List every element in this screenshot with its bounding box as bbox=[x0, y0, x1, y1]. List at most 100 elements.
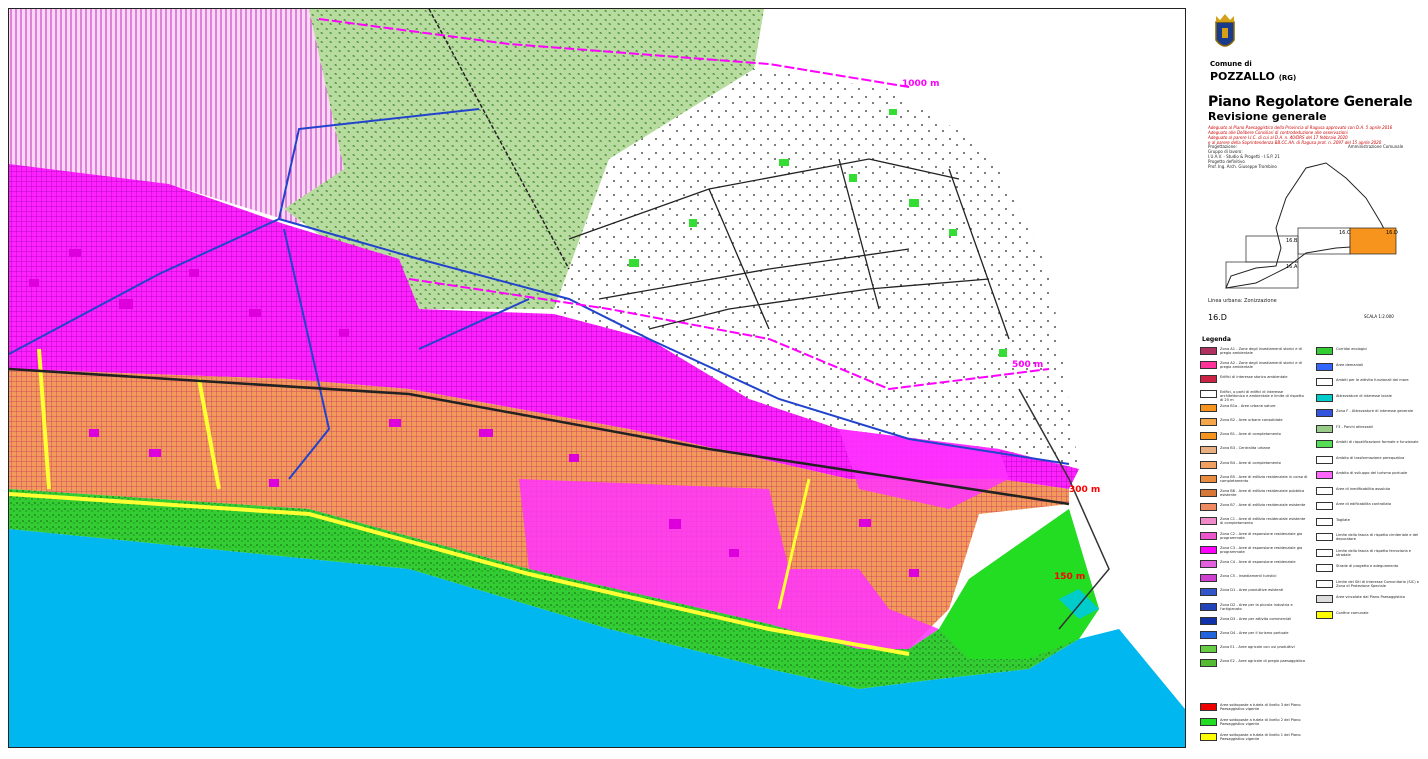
legend-label: Zona B6 - Aree di edilizia residenziale … bbox=[1220, 489, 1305, 497]
legend-label: Zona B2 - Aree urbane consolidate bbox=[1220, 418, 1283, 422]
legend-swatch bbox=[1316, 579, 1333, 588]
legend-swatch bbox=[1200, 389, 1217, 398]
comune-name: POZZALLO (RG) bbox=[1210, 70, 1296, 83]
municipal-outline bbox=[1225, 162, 1392, 289]
sheet-label: 16.D bbox=[1386, 230, 1398, 236]
legend-swatch bbox=[1316, 486, 1333, 495]
legend-label: Zona A2 - Zone degli insediamenti storic… bbox=[1220, 361, 1302, 370]
legend-label: F3 - Parchi attrezzati bbox=[1336, 424, 1373, 429]
legend-label: Zona C5 - Insediamenti turistici bbox=[1220, 574, 1277, 579]
legend-swatch bbox=[1200, 347, 1217, 355]
legend-swatch bbox=[1200, 659, 1217, 668]
legend-label: Aree di inedificabilita assoluta bbox=[1336, 486, 1391, 491]
legend-swatch bbox=[1200, 574, 1217, 583]
legend-label: Aree di edificabilita controllata bbox=[1336, 502, 1392, 506]
legend-swatch bbox=[1200, 645, 1217, 654]
legend-swatch bbox=[1200, 418, 1217, 426]
legend-label: Ambito di trasformazione perequativa bbox=[1336, 455, 1405, 460]
legend-label: Zona E2 - Aree agricole di pregio paesag… bbox=[1220, 659, 1306, 664]
legend-label: Aree sottoposte a tutela di livello 1 de… bbox=[1220, 733, 1301, 741]
scale-text: SCALA 1:2.000 bbox=[1364, 314, 1394, 319]
legend-swatch bbox=[1200, 545, 1217, 554]
legend-swatch bbox=[1200, 733, 1217, 741]
legend-swatch bbox=[1200, 588, 1217, 597]
legend-label: Ambito di sviluppo del turismo portuale bbox=[1336, 471, 1408, 475]
sheet-label: 16.B bbox=[1286, 238, 1298, 244]
legend-swatch bbox=[1200, 503, 1217, 512]
legend-swatch bbox=[1316, 564, 1333, 572]
legend-swatch bbox=[1200, 703, 1217, 711]
legend-label: Zona B5 - Aree di edilizia residenziale … bbox=[1220, 474, 1308, 483]
legend-swatch bbox=[1316, 548, 1333, 557]
legend-swatch bbox=[1200, 560, 1217, 568]
zoning-map[interactable]: 1000 m 500 m 300 m 150 m bbox=[8, 8, 1186, 748]
legend-swatch bbox=[1200, 474, 1217, 483]
legend-swatch bbox=[1200, 361, 1217, 370]
sheet-label: 16.A bbox=[1286, 264, 1298, 270]
legend-label: Aree sottoposte a tutela di livello 3 de… bbox=[1220, 703, 1301, 711]
approval-notes: Adeguato al Piano Paesaggistico della Pr… bbox=[1208, 125, 1418, 145]
comune-name-text: POZZALLO bbox=[1210, 70, 1275, 83]
sheet-code: 16.D bbox=[1208, 313, 1227, 322]
title-block: Comune di POZZALLO (RG) Piano Regolatore… bbox=[1196, 8, 1422, 746]
legend-label: Zona D4 - Aree per il turismo portuale bbox=[1220, 631, 1289, 635]
legend-label: Aree demaniali bbox=[1336, 362, 1364, 367]
credits-admin: Amministrazione Comunale bbox=[1348, 144, 1404, 149]
legend-swatch bbox=[1316, 502, 1333, 510]
legend-swatch bbox=[1316, 393, 1333, 402]
key-map[interactable]: 16.B 16.C 16.D 16.A bbox=[1216, 158, 1406, 296]
plan-title: Piano Regolatore Generale bbox=[1208, 94, 1413, 110]
legend-label: Corridoi ecologici bbox=[1336, 347, 1368, 351]
legend-label: Zona B3 - Centralita urbane bbox=[1220, 446, 1271, 451]
legend-swatch bbox=[1316, 362, 1333, 371]
legend-title: Legenda bbox=[1202, 336, 1231, 343]
legend-label: Confine comunale bbox=[1336, 610, 1369, 615]
legend-label: Zona A1 - Zone degli insediamenti storic… bbox=[1220, 347, 1302, 355]
comune-label: Comune di bbox=[1210, 60, 1252, 68]
legend-swatch bbox=[1316, 533, 1333, 541]
legend-label: Zona D1 - Aree produttive esistenti bbox=[1220, 588, 1284, 593]
legend-swatch bbox=[1200, 517, 1217, 526]
sheet-label: 16.C bbox=[1339, 230, 1351, 236]
legend-label: Zona E1 - Aree agricole con usi produtti… bbox=[1220, 645, 1295, 650]
legend-label: Edifici di interesse storico ambientale bbox=[1220, 375, 1288, 380]
legend-label: Zona D3 - Aree per attivita commerciali bbox=[1220, 616, 1292, 621]
contour-label-1000: 1000 m bbox=[902, 79, 940, 89]
legend-swatch bbox=[1200, 489, 1217, 497]
legend-swatch bbox=[1316, 378, 1333, 386]
legend-label: Zona B4 - Aree di completamento bbox=[1220, 460, 1281, 465]
legend-swatch bbox=[1200, 375, 1217, 384]
legend-swatch bbox=[1200, 460, 1217, 469]
legend-label: Limite dei Siti di Interesse Comunitario… bbox=[1336, 579, 1420, 588]
legend-swatch bbox=[1200, 616, 1217, 625]
legend-swatch bbox=[1200, 602, 1217, 611]
legend-label: Zona C3 - Aree di espansione residenzial… bbox=[1220, 545, 1303, 554]
municipal-crest-icon bbox=[1215, 14, 1235, 47]
legend-label: Zona F - Attrezzature di interesse gener… bbox=[1336, 409, 1414, 413]
legend-swatch bbox=[1200, 432, 1217, 441]
legend-label: Zona B7 - Aree di edilizia residenziale … bbox=[1220, 503, 1306, 508]
legend-label: Attrezzature di interesse locale bbox=[1336, 393, 1392, 398]
legend-label: Zona B1 - Aree di completamento bbox=[1220, 432, 1281, 437]
legend-label: Zona C1 - Aree di edilizia residenziale … bbox=[1220, 517, 1306, 526]
contour-label-300: 300 m bbox=[1069, 485, 1100, 495]
legend-label: Zona C4 - Aree di espansione residenzial… bbox=[1220, 560, 1296, 564]
legend-swatch bbox=[1316, 610, 1333, 619]
province-text: (RG) bbox=[1278, 74, 1297, 82]
legend-swatch bbox=[1200, 403, 1217, 412]
contour-label-150: 150 m bbox=[1054, 572, 1085, 582]
legend-label: Aree sottoposte a tutela di livello 2 de… bbox=[1220, 718, 1301, 726]
map-canvas: 1000 m 500 m 300 m 150 m bbox=[9, 9, 1185, 747]
legend-label: Limite della fascia di rispetto cimiteri… bbox=[1336, 533, 1419, 541]
legend-swatch bbox=[1316, 440, 1333, 448]
legend-swatch bbox=[1316, 471, 1333, 479]
legend-swatch bbox=[1316, 455, 1333, 464]
key-caption: Linea urbana: Zonizzazione bbox=[1208, 298, 1277, 304]
legend-label: Zona C2 - Aree di espansione residenzial… bbox=[1220, 531, 1303, 540]
legend-swatch bbox=[1200, 446, 1217, 455]
plan-subtitle: Revisione generale bbox=[1208, 110, 1327, 123]
legend-swatch bbox=[1200, 531, 1217, 540]
legend-swatch bbox=[1316, 424, 1333, 433]
legend-label: Zona B1a - Aree urbane sature bbox=[1220, 403, 1276, 408]
contour-label-500: 500 m bbox=[1012, 360, 1043, 370]
